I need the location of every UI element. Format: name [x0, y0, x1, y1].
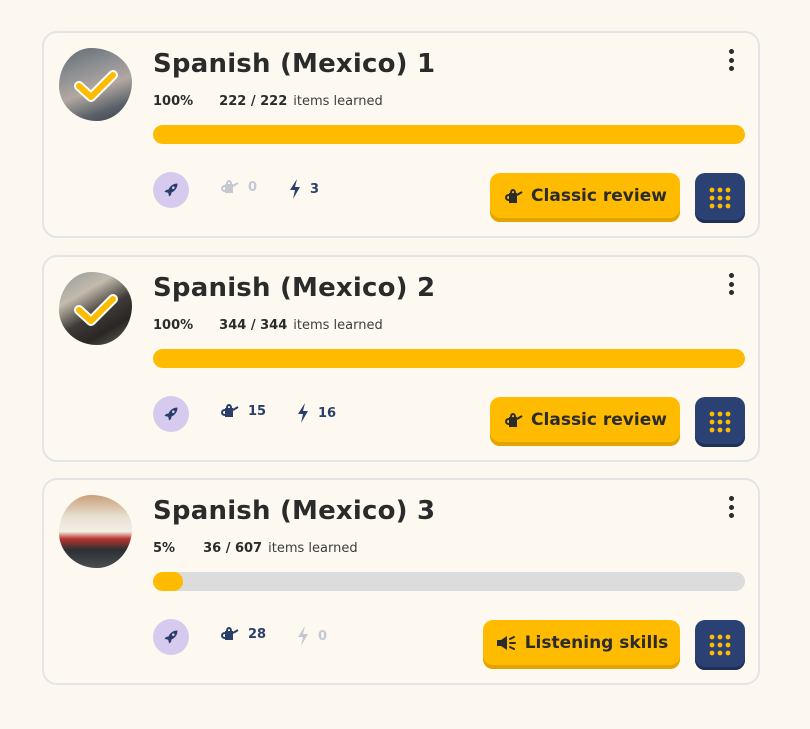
speed-count: 0 — [318, 628, 328, 644]
more-options-button[interactable] — [726, 496, 736, 518]
course-avatar — [59, 48, 132, 121]
progress-bar — [153, 125, 745, 144]
course-title[interactable]: Spanish (Mexico) 2 — [153, 273, 435, 303]
watering-count: 28 — [248, 626, 267, 642]
watering-stat: 15 — [219, 403, 266, 419]
rocket-icon — [164, 407, 178, 421]
more-options-button[interactable] — [726, 273, 736, 295]
mode-label: Classic review — [531, 410, 667, 430]
watering-stat: 0 — [219, 179, 257, 195]
checkmark-icon — [74, 294, 118, 326]
course-stats: 5% 36 / 607 items learned — [153, 541, 358, 556]
percent-learned: 100% — [153, 94, 194, 109]
course-title[interactable]: Spanish (Mexico) 1 — [153, 49, 435, 79]
items-learned-label: items learned — [293, 318, 383, 333]
watering-can-icon — [221, 404, 239, 417]
rocket-icon — [164, 183, 178, 197]
learning-modes-grid-button[interactable] — [695, 620, 745, 670]
megaphone-icon — [496, 636, 516, 650]
items-count: 36 / 607 — [203, 541, 263, 556]
watering-can-icon — [221, 180, 239, 193]
items-learned-label: items learned — [268, 541, 358, 556]
speed-count: 16 — [318, 405, 337, 421]
items-count: 344 / 344 — [219, 318, 288, 333]
course-title[interactable]: Spanish (Mexico) 3 — [153, 496, 435, 526]
items-count: 222 / 222 — [219, 94, 288, 109]
course-avatar — [59, 495, 132, 568]
rocket-button[interactable] — [153, 619, 189, 655]
mode-label: Classic review — [531, 186, 667, 206]
watering-count: 0 — [248, 179, 258, 195]
course-card: Spanish (Mexico) 3 5% 36 / 607 items learn… — [42, 478, 760, 685]
watering-can-icon — [505, 189, 523, 203]
course-stats: 100% 222 / 222 items learned — [153, 94, 383, 109]
speed-stat: 3 — [289, 179, 319, 199]
lightning-icon — [298, 626, 308, 646]
watering-can-icon — [505, 413, 523, 427]
grid-dots-icon — [709, 187, 731, 209]
learning-modes-grid-button[interactable] — [695, 173, 745, 223]
rocket-icon — [164, 630, 178, 644]
items-learned-label: items learned — [293, 94, 383, 109]
progress-bar — [153, 572, 745, 591]
grid-dots-icon — [709, 634, 731, 656]
more-options-button[interactable] — [726, 49, 736, 71]
classic-review-button[interactable]: Classic review — [490, 397, 680, 446]
listening-skills-button[interactable]: Listening skills — [483, 620, 680, 669]
progress-fill — [153, 349, 745, 368]
checkmark-icon — [74, 70, 118, 102]
percent-learned: 5% — [153, 541, 176, 556]
mode-label: Listening skills — [524, 633, 669, 653]
percent-learned: 100% — [153, 318, 194, 333]
rocket-button[interactable] — [153, 172, 189, 208]
grid-dots-icon — [709, 411, 731, 433]
watering-stat: 28 — [219, 626, 266, 642]
learning-modes-grid-button[interactable] — [695, 397, 745, 447]
course-avatar — [59, 272, 132, 345]
progress-fill — [153, 572, 183, 591]
rocket-button[interactable] — [153, 396, 189, 432]
speed-stat: 16 — [297, 403, 336, 423]
progress-bar — [153, 349, 745, 368]
course-stats: 100% 344 / 344 items learned — [153, 318, 383, 333]
classic-review-button[interactable]: Classic review — [490, 173, 680, 222]
watering-count: 15 — [248, 403, 267, 419]
course-card: Spanish (Mexico) 1 100% 222 / 222 items le… — [42, 31, 760, 238]
progress-fill — [153, 125, 745, 144]
watering-can-icon — [221, 627, 239, 640]
course-card: Spanish (Mexico) 2 100% 344 / 344 items le… — [42, 255, 760, 462]
speed-count: 3 — [310, 181, 320, 197]
speed-stat: 0 — [297, 626, 327, 646]
lightning-icon — [290, 179, 300, 199]
lightning-icon — [298, 403, 308, 423]
